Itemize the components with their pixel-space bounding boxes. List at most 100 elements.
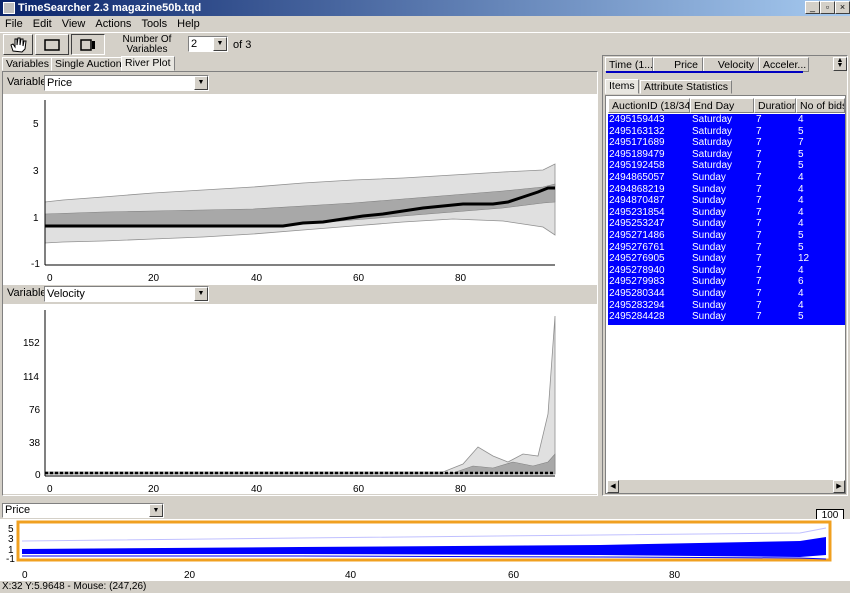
tab-variables[interactable]: Variables (2, 57, 53, 71)
col-price[interactable]: Price (653, 57, 703, 72)
col-end-day[interactable]: End Day (690, 98, 754, 113)
table-cell: 2494868219 (609, 183, 665, 195)
table-cell: 4 (798, 299, 804, 311)
table-cell: 7 (756, 172, 762, 183)
table-cell: Sunday (692, 183, 726, 195)
table-horizontal-scrollbar[interactable]: ◀ ▶ (607, 480, 845, 493)
chevron-down-icon[interactable]: ▼ (213, 37, 227, 51)
table-row[interactable]: 2495231854 Sunday 7 4 (608, 207, 844, 219)
table-cell: Sunday (692, 288, 726, 299)
table-cell: 2495159443 (609, 114, 665, 125)
overview-variable-select[interactable]: Price ▼ (2, 503, 164, 518)
table-cell: 7 (756, 264, 762, 276)
price-river-chart: 5 3 1 -1 0 20 40 60 80 (31, 100, 556, 284)
overview-y-tick: 3 (8, 534, 14, 545)
table-cell: 2495253247 (609, 218, 665, 230)
velocity-y-tick: 38 (29, 438, 41, 449)
table-row[interactable]: 2495271486 Sunday 7 5 (608, 230, 844, 242)
table-cell: Sunday (692, 253, 726, 265)
chevron-down-icon[interactable]: ▼ (194, 76, 208, 90)
table-cell: 2495271486 (609, 230, 665, 241)
table-cell: Sunday (692, 276, 726, 288)
maximize-button[interactable]: ▫ (820, 1, 835, 14)
table-cell: 7 (756, 137, 762, 149)
col-duration[interactable]: Duration (754, 98, 796, 113)
menu-actions[interactable]: Actions (90, 16, 136, 32)
table-cell: 7 (756, 125, 762, 137)
table-row[interactable]: 2495163132 Saturday 7 5 (608, 126, 844, 138)
table-row[interactable]: 2495192458 Saturday 7 5 (608, 160, 844, 172)
table-cell: 4 (798, 264, 804, 276)
table-row[interactable]: 2495278940 Sunday 7 4 (608, 265, 844, 277)
header-scroll-indicator (606, 71, 803, 73)
velocity-y-tick: 0 (35, 470, 41, 481)
table-row[interactable]: 2495276905 Sunday 7 12 (608, 253, 844, 265)
plot2-variable-select[interactable]: Velocity ▼ (44, 286, 209, 302)
table-cell: 7 (756, 206, 762, 218)
num-variables-label-line2: Variables (126, 44, 168, 55)
col-velocity[interactable]: Velocity (703, 57, 759, 72)
overview-x-tick: 20 (184, 570, 196, 581)
table-row[interactable]: 2494870487 Sunday 7 4 (608, 195, 844, 207)
table-cell: 2495283294 (609, 299, 665, 311)
table-cell: 7 (756, 148, 762, 160)
table-row[interactable]: 2494865057 Sunday 7 4 (608, 172, 844, 184)
table-row[interactable]: 2495276761 Sunday 7 5 (608, 242, 844, 254)
tab-river-plot[interactable]: River Plot (121, 56, 175, 71)
table-row[interactable]: 2495279983 Sunday 7 6 (608, 276, 844, 288)
table-cell: Sunday (692, 206, 726, 218)
menu-tools[interactable]: Tools (136, 16, 172, 32)
menu-bar: File Edit View Actions Tools Help (0, 16, 850, 32)
table-row[interactable]: 2495253247 Sunday 7 4 (608, 218, 844, 230)
overview-x-tick: 0 (22, 570, 28, 581)
table-cell: 5 (798, 148, 804, 160)
table-cell: 2495171689 (609, 137, 665, 149)
chevron-down-icon[interactable]: ▼ (149, 504, 163, 517)
velocity-x-tick: 0 (47, 484, 53, 494)
price-y-tick: 3 (33, 166, 39, 177)
window-title: TimeSearcher 2.3 magazine50b.tqd (18, 2, 202, 14)
col-time[interactable]: Time (1... (605, 57, 653, 72)
tab-items[interactable]: Items (605, 79, 639, 94)
table-cell: 6 (798, 276, 804, 288)
plot1-variable-select[interactable]: Price ▼ (44, 75, 209, 91)
tab-single-auctions[interactable]: Single Auctions (51, 57, 131, 71)
rectangle-tool-button[interactable] (35, 34, 69, 55)
scroll-left-icon[interactable]: ◀ (607, 480, 619, 493)
table-row[interactable]: 2495280344 Sunday 7 4 (608, 288, 844, 300)
table-cell: 2495280344 (609, 288, 665, 299)
col-auction-id[interactable]: AuctionID (18/34) (608, 98, 690, 113)
minimize-button[interactable]: _ (805, 1, 820, 14)
hand-tool-button[interactable] (3, 34, 33, 55)
table-cell: Saturday (692, 125, 733, 137)
scroll-spinner[interactable]: ▲ ▼ (833, 57, 847, 71)
table-row[interactable]: 2495284428 Sunday 7 5 (608, 311, 844, 323)
table-row[interactable]: 2494868219 Sunday 7 4 (608, 184, 844, 196)
plot1-variable-value: Price (47, 77, 73, 89)
table-row[interactable]: 2495283294 Sunday 7 4 (608, 300, 844, 312)
tab-attribute-statistics[interactable]: Attribute Statistics (640, 80, 733, 94)
table-row[interactable]: 2495189479 Saturday 7 5 (608, 149, 844, 161)
close-button[interactable]: × (835, 1, 850, 14)
num-variables-select[interactable]: 2 ▼ (188, 36, 228, 52)
menu-edit[interactable]: Edit (28, 16, 57, 32)
table-cell: 2495163132 (609, 125, 665, 137)
menu-file[interactable]: File (0, 16, 28, 32)
col-acceleration[interactable]: Acceler... (759, 57, 809, 72)
table-row[interactable]: 2495159443 Saturday 7 4 (608, 114, 844, 126)
angular-query-tool-button[interactable] (71, 34, 105, 55)
table-cell: Saturday (692, 137, 733, 149)
table-cell: 4 (798, 195, 804, 207)
table-cell: 12 (798, 253, 810, 265)
table-row[interactable]: 2495171689 Saturday 7 7 (608, 137, 844, 149)
app-icon (3, 2, 15, 14)
menu-help[interactable]: Help (172, 16, 205, 32)
table-cell: Sunday (692, 311, 726, 323)
chevron-down-icon[interactable]: ▼ (194, 287, 208, 301)
col-no-of-bids[interactable]: No of bids (796, 98, 845, 113)
scroll-right-icon[interactable]: ▶ (833, 480, 845, 493)
price-x-tick: 20 (148, 273, 160, 284)
menu-view[interactable]: View (57, 16, 91, 32)
table-cell: 2495192458 (609, 160, 665, 172)
variable-columns-header: Time (1... Price Velocity Acceler... (605, 57, 833, 72)
